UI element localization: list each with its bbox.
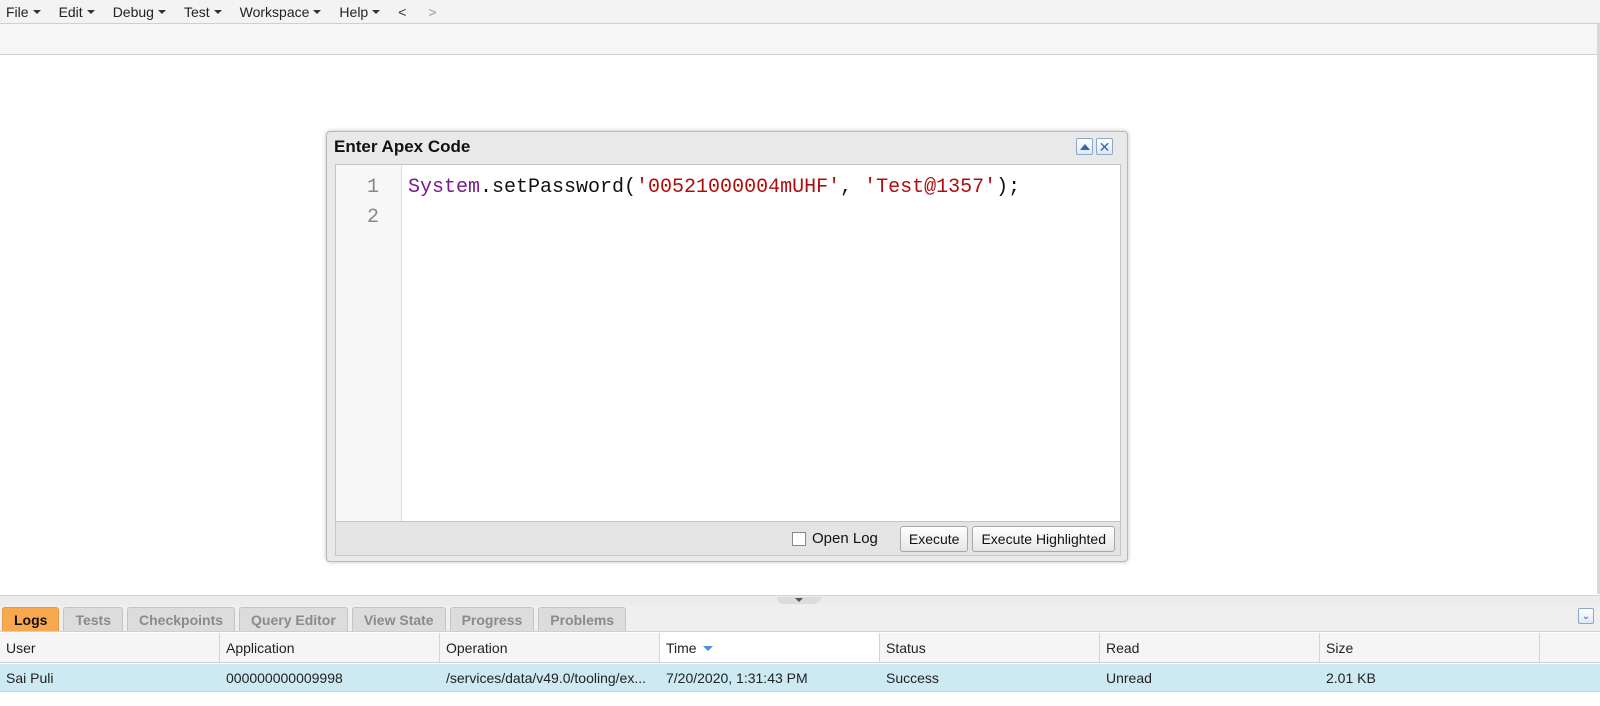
caret-down-icon: [372, 9, 381, 14]
code-editor[interactable]: 1 2 System.setPassword('00521000004mUHF'…: [335, 164, 1121, 522]
menu-edit[interactable]: Edit: [59, 4, 95, 20]
code-token-method: .setPassword(: [480, 176, 637, 199]
column-header-operation[interactable]: Operation: [440, 633, 660, 662]
cell-read: Unread: [1106, 669, 1152, 686]
menu-bar: File Edit Debug Test Workspace Help < >: [0, 0, 1600, 24]
menu-file[interactable]: File: [6, 4, 41, 20]
collapse-button[interactable]: [1076, 138, 1093, 155]
code-line: System.setPassword('00521000004mUHF', 'T…: [408, 173, 1120, 203]
line-number-gutter: 1 2: [336, 165, 402, 521]
code-area[interactable]: System.setPassword('00521000004mUHF', 'T…: [402, 165, 1120, 521]
column-header-read[interactable]: Read: [1100, 633, 1320, 662]
menu-test-label: Test: [183, 3, 210, 20]
table-empty-area: [0, 692, 1600, 706]
menu-edit-label: Edit: [58, 3, 83, 20]
triangle-up-icon: [1079, 143, 1090, 150]
code-token-string: '00521000004mUHF': [636, 176, 841, 199]
cell-operation: /services/data/v49.0/tooling/ex...: [440, 664, 660, 691]
tab-problems[interactable]: Problems: [538, 607, 627, 631]
nav-back-button[interactable]: <: [398, 4, 406, 20]
code-token-end: );: [996, 176, 1021, 199]
open-log-checkbox[interactable]: [791, 531, 806, 546]
column-header-application[interactable]: Application: [220, 633, 440, 662]
tab-logs[interactable]: Logs: [2, 607, 60, 631]
column-header-label: Read: [1106, 639, 1140, 656]
code-token-separator: ,: [840, 176, 865, 199]
open-log-label: Open Log: [811, 530, 878, 547]
caret-down-icon: [86, 9, 95, 14]
menu-debug[interactable]: Debug: [113, 4, 166, 20]
tab-query-editor[interactable]: Query Editor: [239, 607, 348, 631]
dialog-footer: Open Log Execute Execute Highlighted: [335, 522, 1121, 556]
execute-button[interactable]: Execute: [899, 525, 969, 552]
tab-checkpoints[interactable]: Checkpoints: [127, 607, 236, 631]
splitter-handle[interactable]: [777, 597, 821, 604]
menu-file-label: File: [6, 3, 29, 20]
logs-table-header: User Application Operation Time Status R…: [0, 633, 1600, 663]
menu-help-label: Help: [339, 3, 369, 20]
panel-splitter[interactable]: [0, 595, 1600, 605]
close-button[interactable]: ✕: [1096, 138, 1113, 155]
cell-size: 2.01 KB: [1326, 669, 1376, 686]
column-header-user[interactable]: User: [0, 633, 220, 662]
tab-view-state[interactable]: View State: [351, 607, 446, 631]
column-header-label: User: [6, 639, 36, 656]
cell-application: 000000000009998: [226, 669, 343, 686]
column-header-label: Operation: [446, 639, 508, 656]
code-token-class: System: [408, 176, 481, 199]
column-header-label: Time: [666, 639, 697, 656]
menu-test[interactable]: Test: [184, 4, 222, 20]
line-number: 2: [366, 206, 379, 229]
column-header-status[interactable]: Status: [880, 633, 1100, 662]
table-row[interactable]: Sai Puli 000000000009998 /services/data/…: [0, 664, 1600, 692]
menu-help[interactable]: Help: [339, 3, 381, 20]
column-header-time[interactable]: Time: [660, 633, 880, 662]
caret-down-icon: [32, 9, 41, 14]
column-header-spacer: [1540, 633, 1600, 662]
code-token-string: 'Test@1357': [864, 176, 997, 199]
tab-tests[interactable]: Tests: [63, 607, 123, 631]
dialog-title: Enter Apex Code: [334, 137, 471, 156]
cell-operation-text: /services/data/v49.0/tooling/ex...: [446, 669, 646, 686]
close-icon: ✕: [1098, 138, 1111, 155]
cell-user: Sai Puli: [6, 669, 54, 686]
triangle-down-icon: [795, 598, 803, 602]
bottom-tab-bar: Logs Tests Checkpoints Query Editor View…: [0, 605, 1600, 632]
nav-forward-button[interactable]: >: [428, 4, 436, 20]
column-header-label: Size: [1326, 639, 1354, 656]
cell-time: 7/20/2020, 1:31:43 PM: [666, 669, 808, 686]
menu-workspace[interactable]: Workspace: [240, 4, 322, 20]
collapse-panel-button[interactable]: ⌄: [1578, 608, 1594, 624]
execute-highlighted-button[interactable]: Execute Highlighted: [972, 525, 1115, 552]
caret-down-icon: [157, 9, 166, 14]
tab-progress[interactable]: Progress: [449, 607, 535, 631]
caret-down-icon: [313, 9, 322, 14]
column-header-size[interactable]: Size: [1320, 633, 1540, 662]
caret-down-icon: [213, 9, 222, 14]
double-chevron-down-icon: ⌄: [1581, 610, 1591, 622]
toolbar: [0, 24, 1600, 55]
menu-debug-label: Debug: [112, 3, 154, 20]
sort-descending-icon: [702, 646, 713, 651]
column-header-label: Application: [226, 639, 295, 656]
cell-status: Success: [886, 669, 939, 686]
apex-code-dialog: Enter Apex Code ✕ 1 2 System.setPassword…: [326, 131, 1128, 562]
line-number: 1: [366, 176, 379, 199]
column-header-label: Status: [886, 639, 926, 656]
menu-workspace-label: Workspace: [239, 3, 310, 20]
